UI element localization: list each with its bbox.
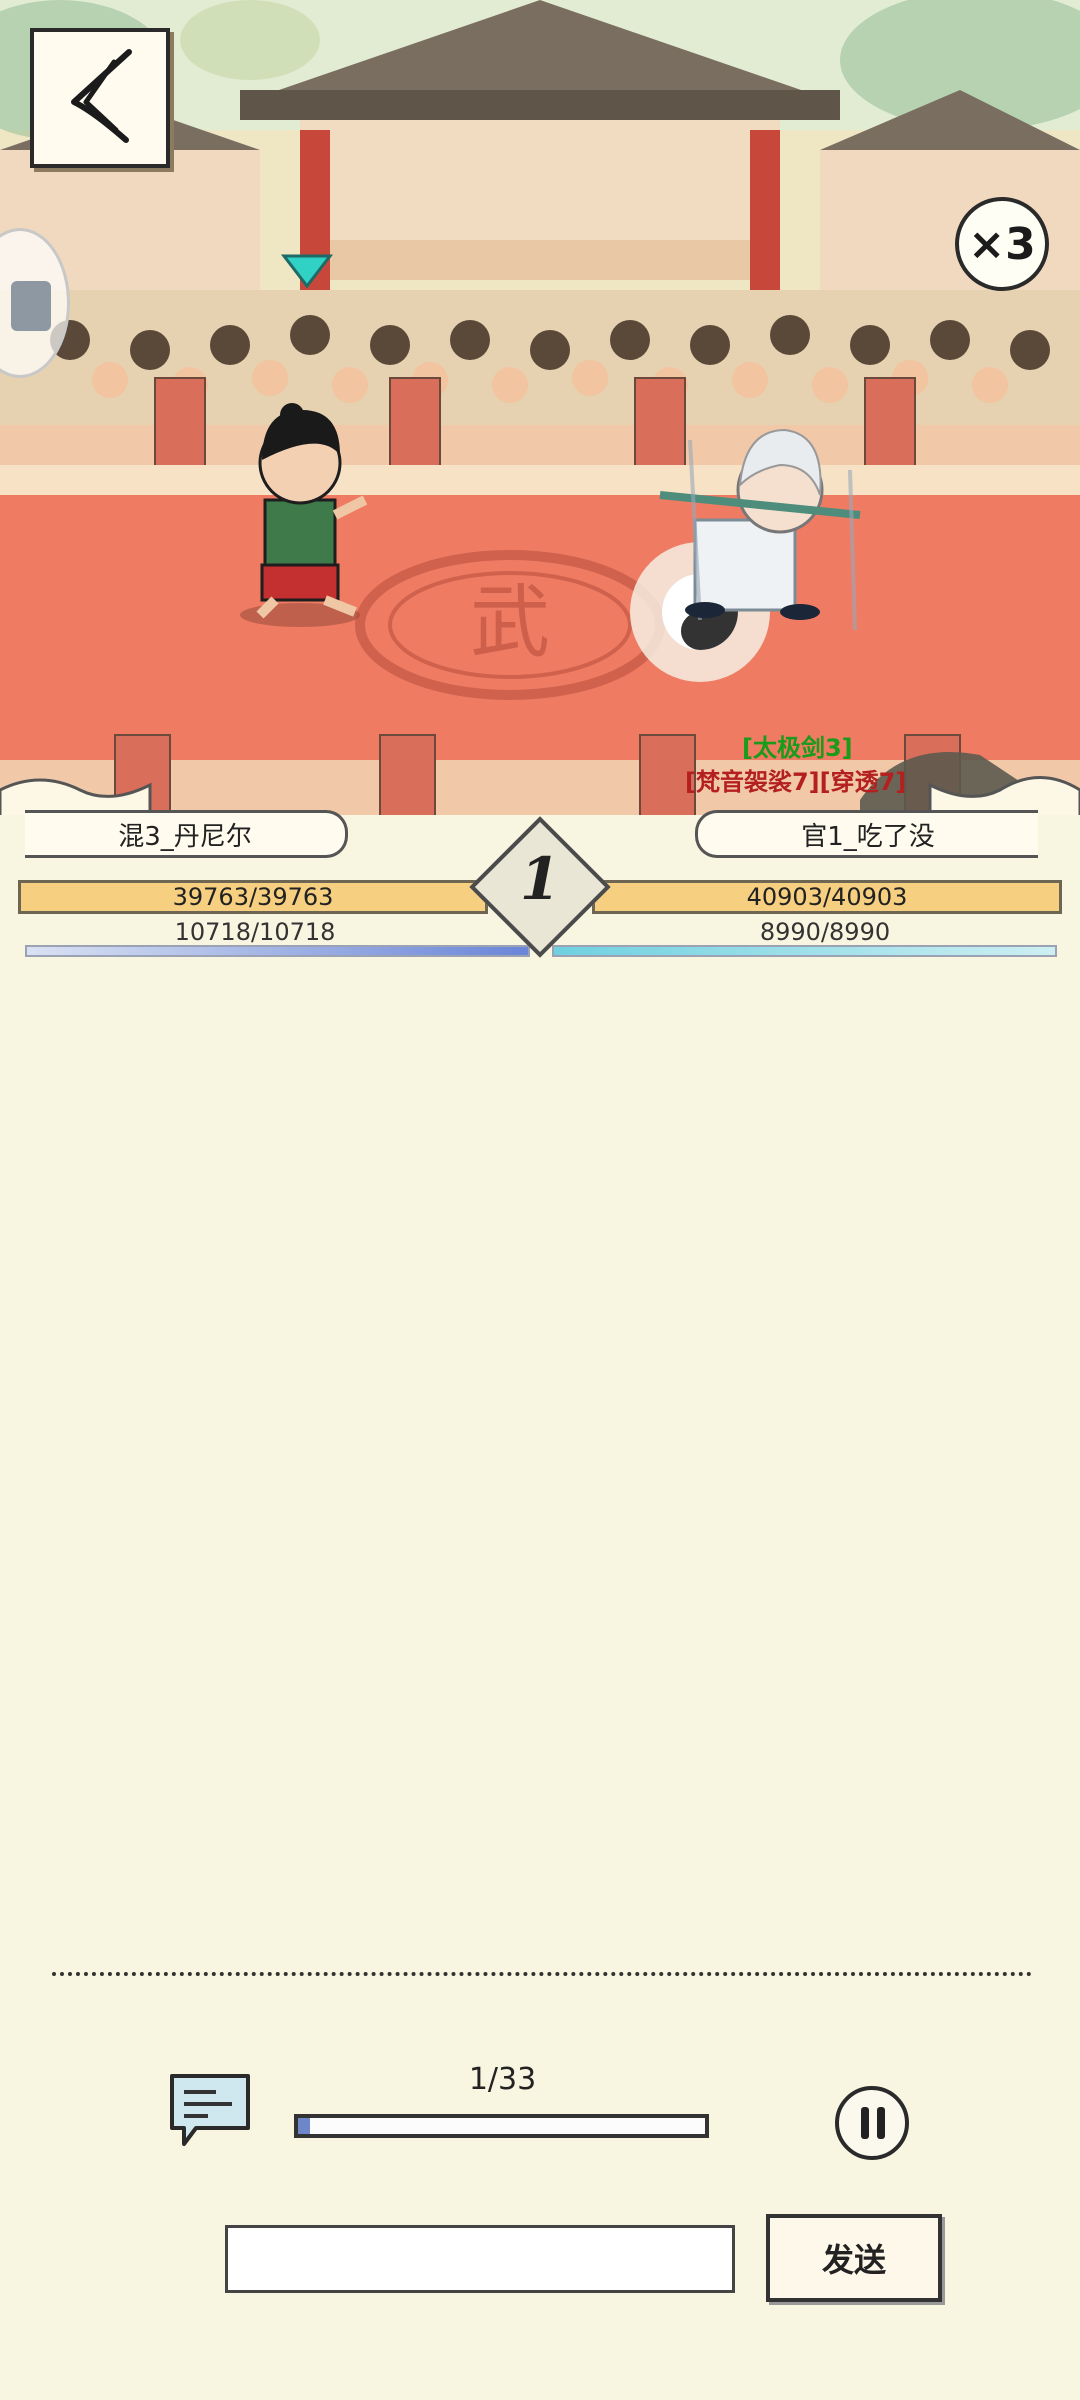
battle-stage: 武 ×3 [太极剑3] [梵音袈裟7][穿透7] — [0, 0, 1080, 830]
progress-fill — [298, 2118, 311, 2134]
player-hp-text: 39763/39763 — [172, 883, 334, 911]
menu-icon — [11, 281, 51, 331]
message-input[interactable] — [225, 2225, 735, 2293]
player-mp-text: 10718/10718 — [174, 918, 336, 946]
player-mp-bar — [25, 945, 530, 957]
opponent-name: 官1_吃了没 — [801, 821, 935, 852]
opponent-hp-bar: 40903/40903 — [592, 880, 1062, 914]
opponent-hp-text: 40903/40903 — [746, 883, 908, 911]
arena-emblem-text: 武 — [470, 576, 550, 669]
player-name: 混3_丹尼尔 — [118, 821, 252, 852]
player-name-plate: 混3_丹尼尔 — [25, 810, 348, 858]
speed-badge[interactable]: ×3 — [955, 197, 1049, 291]
chat-bubble-icon — [170, 2074, 250, 2146]
send-button-label: 发送 — [821, 2241, 886, 2279]
progress-counter: 1/33 — [468, 2062, 537, 2097]
opponent-skill-tag: [太极剑3] — [742, 734, 853, 762]
opponent-mp-text: 8990/8990 — [759, 918, 891, 946]
player-hp-bar: 39763/39763 — [18, 880, 488, 914]
opponent-mp-bar — [552, 945, 1057, 957]
opponent-name-plate: 官1_吃了没 — [695, 810, 1038, 858]
opponent-skill-tag: [梵音袈裟7][穿透7] — [685, 768, 907, 796]
back-arrow-icon — [71, 49, 132, 143]
round-number: 1 — [519, 845, 561, 913]
send-button[interactable]: 发送 — [766, 2214, 942, 2302]
progress-bar — [294, 2114, 709, 2138]
back-button[interactable] — [30, 28, 170, 168]
pause-button[interactable] — [835, 2086, 909, 2160]
chat-button[interactable] — [166, 2070, 254, 2150]
log-divider — [52, 1972, 1032, 1976]
